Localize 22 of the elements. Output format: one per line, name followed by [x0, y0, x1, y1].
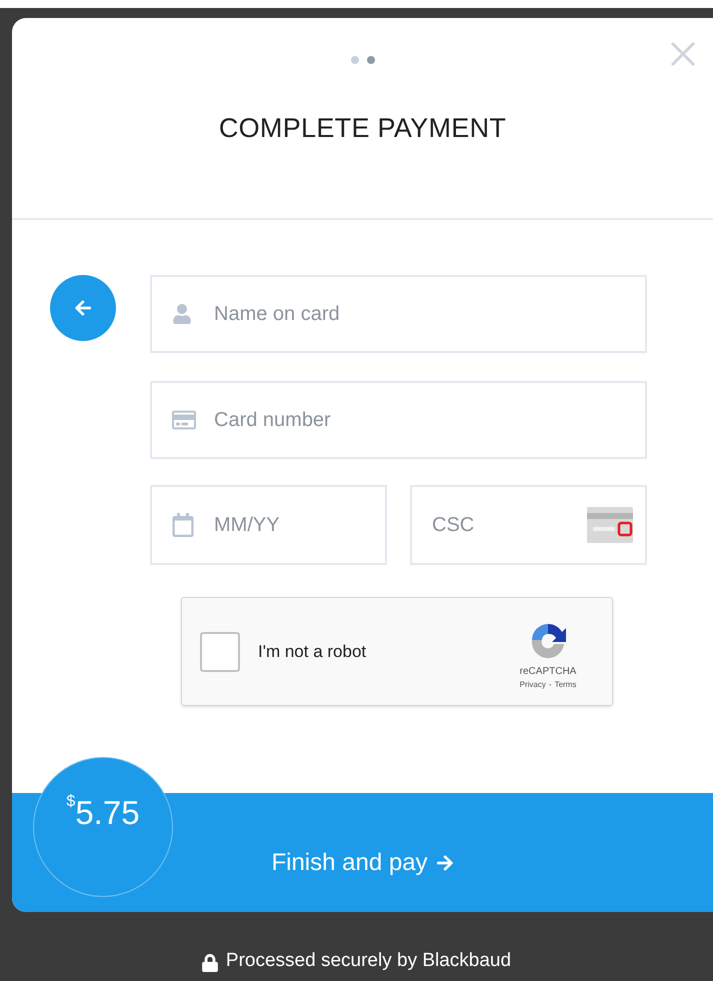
captcha-label: I'm not a robot [258, 640, 368, 663]
terms-link[interactable]: Terms [554, 679, 576, 691]
lock-icon [202, 954, 218, 972]
link-separator: - [548, 679, 552, 691]
person-icon [172, 304, 192, 324]
input-field[interactable]: Card number [150, 381, 647, 459]
arrow-right-icon [436, 854, 454, 872]
close-icon [670, 41, 696, 67]
calendar-icon [172, 513, 194, 537]
captcha-checkbox[interactable] [200, 632, 240, 672]
dialog-title: COMPLETE PAYMENT [218, 112, 506, 145]
credit-card-icon [172, 409, 196, 431]
currency-symbol: $ [66, 792, 76, 812]
card-back-icon [587, 507, 633, 543]
input-field[interactable]: Name on card [150, 275, 647, 353]
recaptcha-brand: reCAPTCHA [520, 665, 576, 679]
footer-note: Processed securely by Blackbaud [226, 948, 512, 972]
privacy-link[interactable]: Privacy [520, 679, 546, 691]
price-amount: 5.75 [75, 793, 140, 833]
input-field[interactable]: MM/YY [150, 485, 387, 565]
input-field[interactable]: CSC [410, 485, 647, 565]
arrow-left-icon [74, 299, 92, 317]
